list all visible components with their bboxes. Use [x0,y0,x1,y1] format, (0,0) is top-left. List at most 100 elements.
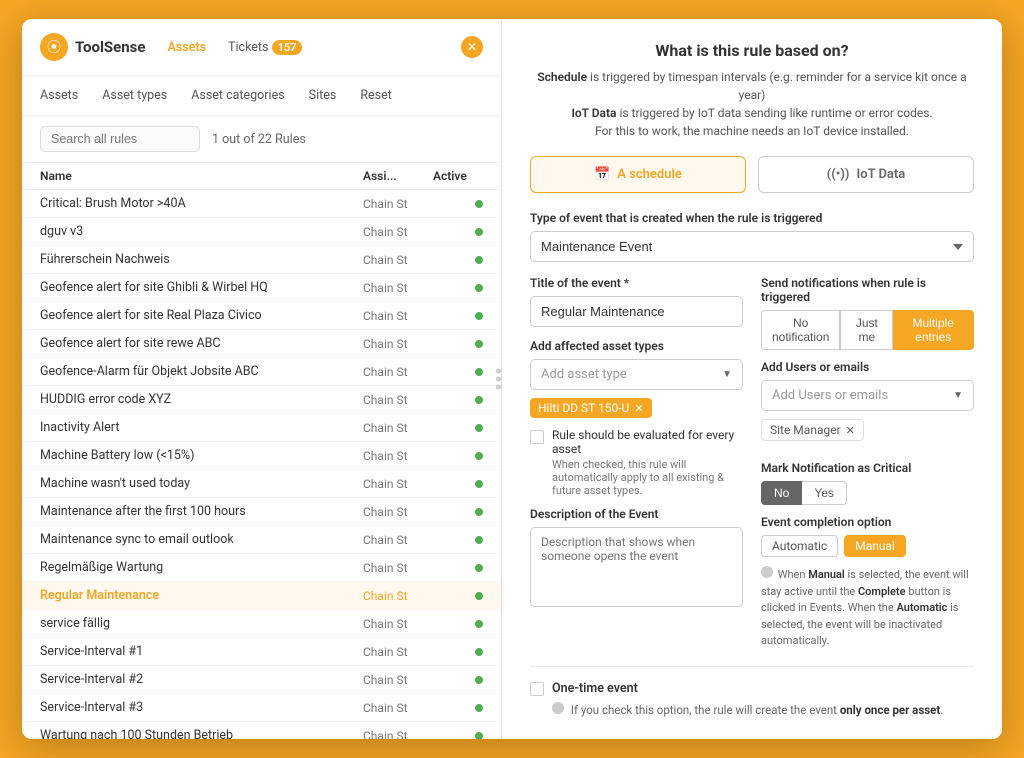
active-dot [475,620,483,628]
table-row[interactable]: dguv v3Chain St [22,218,501,246]
search-bar-row: 1 out of 22 Rules [22,116,501,163]
every-asset-checkbox[interactable] [530,430,544,444]
sub-nav-asset-categories[interactable]: Asset categories [191,86,284,105]
active-dot [475,508,483,516]
user-tag-remove[interactable]: ✕ [846,424,855,437]
notif-multiple-button[interactable]: Multiple entries [893,310,974,350]
active-dot [475,228,483,236]
rules-count: 1 out of 22 Rules [212,132,306,147]
two-col-section: Title of the event * Add affected asset … [530,276,974,650]
users-dropdown[interactable]: Add Users or emails ▼ [761,380,974,411]
comp-manual-button[interactable]: Manual [844,535,906,557]
sub-nav-reset[interactable]: Reset [360,86,392,105]
radio-icon [761,566,773,578]
dropdown-arrow-icon: ▼ [722,369,732,380]
notif-no-button[interactable]: No notification [761,310,840,350]
one-time-row: One-time event If you check this option,… [530,681,974,717]
dropdown-arrow-icon: ▼ [953,390,963,401]
active-dot [475,676,483,684]
col-assi-header: Assi... [363,169,433,183]
affected-assets-label: Add affected asset types [530,339,743,353]
table-row[interactable]: Maintenance sync to email outlookChain S… [22,526,501,554]
tickets-badge: 157 [272,40,303,55]
event-type-label: Type of event that is created when the r… [530,211,974,225]
table-row[interactable]: Service-Interval #1Chain St [22,638,501,666]
panel-description: Schedule is triggered by timespan interv… [530,68,974,140]
description-label: Description of the Event [530,507,743,521]
sub-nav-assets[interactable]: Assets [40,86,78,105]
asset-tag-remove[interactable]: ✕ [634,402,643,415]
one-time-subtext-icon [552,703,571,717]
table-row[interactable]: HUDDIG error code XYZChain St [22,386,501,414]
sub-nav-sites[interactable]: Sites [309,86,337,105]
asset-tags-row: Hilti DD ST 150-U ✕ [530,398,743,418]
active-dot [475,536,483,544]
active-dot [475,368,483,376]
iot-icon: ((•)) [827,167,850,182]
table-row[interactable]: Machine wasn't used todayChain St [22,470,501,498]
one-time-checkbox[interactable] [530,682,544,696]
right-column: Send notifications when rule is triggere… [761,276,974,650]
every-asset-checkbox-row: Rule should be evaluated for every asset… [530,428,743,497]
nav-tab-tickets[interactable]: Tickets 157 [228,38,302,57]
description-textarea[interactable] [530,527,743,607]
table-row[interactable]: Geofence alert for site rewe ABCChain St [22,330,501,358]
user-tag-row: Site Manager ✕ [761,419,974,451]
asset-types-dropdown[interactable]: Add asset type ▼ [530,359,743,390]
table-row[interactable]: Service-Interval #2Chain St [22,666,501,694]
header: ⦿ ToolSense Assets Tickets 157 ✕ [22,19,501,76]
close-button[interactable]: ✕ [461,36,483,58]
table-row[interactable]: Geofence-Alarm für Objekt Jobsite ABCCha… [22,358,501,386]
left-panel: ⦿ ToolSense Assets Tickets 157 ✕ Assets … [22,19,502,739]
toggle-no-button[interactable]: No [761,481,802,505]
table-row[interactable]: Inactivity AlertChain St [22,414,501,442]
table-row[interactable]: Maintenance after the first 100 hoursCha… [22,498,501,526]
notification-buttons: No notification Just me Multiple entries [761,310,974,350]
sub-nav-asset-types[interactable]: Asset types [102,86,167,105]
logo-icon: ⦿ [40,33,68,61]
search-input[interactable] [40,126,200,152]
right-panel: What is this rule based on? Schedule is … [502,19,1002,739]
panel-title: What is this rule based on? [530,41,974,60]
active-dot [475,564,483,572]
user-tag: Site Manager ✕ [761,419,864,441]
mark-critical-toggle: No Yes [761,481,974,505]
comp-automatic-button[interactable]: Automatic [761,535,838,557]
table-row[interactable]: Führerschein NachweisChain St [22,246,501,274]
table-row[interactable]: service fälligChain St [22,610,501,638]
table-row[interactable]: Wartung nach 100 Stunden BetriebChain St [22,722,501,739]
active-dot [475,648,483,656]
event-type-dropdown[interactable]: Maintenance Event [530,231,974,262]
table-row[interactable]: Geofence alert for site Ghibli & Wirbel … [22,274,501,302]
table-row[interactable]: Geofence alert for site Real Plaza Civic… [22,302,501,330]
trigger-iot-button[interactable]: ((•)) IoT Data [758,156,974,193]
trigger-schedule-button[interactable]: 📅 A schedule [530,156,746,193]
panel-divider [496,369,501,390]
table-row[interactable]: Critical: Brush Motor >40AChain St [22,190,501,218]
active-dot [475,200,483,208]
calendar-icon: 📅 [594,167,610,182]
table-row[interactable]: Machine Battery low (<15%)Chain St [22,442,501,470]
table-header: Name Assi... Active [22,163,501,190]
active-dot [475,396,483,404]
left-column: Title of the event * Add affected asset … [530,276,743,650]
completion-description: When Manual is selected, the event will … [761,563,974,650]
logo-area: ⦿ ToolSense [40,33,145,61]
event-title-input[interactable] [530,296,743,327]
users-label: Add Users or emails [761,360,974,374]
table-row-selected[interactable]: Regular MaintenanceChain St [22,582,501,610]
active-dot [475,424,483,432]
trigger-buttons: 📅 A schedule ((•)) IoT Data [530,156,974,193]
toggle-yes-button[interactable]: Yes [802,481,847,505]
event-title-label: Title of the event * [530,276,743,290]
active-dot [475,704,483,712]
table-row[interactable]: Service-Interval #3Chain St [22,694,501,722]
nav-tab-assets[interactable]: Assets [167,38,206,57]
table-row[interactable]: Regelmäßige WartungChain St [22,554,501,582]
completion-label: Event completion option [761,515,974,529]
active-dot [475,592,483,600]
active-dot [475,732,483,740]
bottom-section: One-time event If you check this option,… [530,666,974,725]
notif-just-me-button[interactable]: Just me [840,310,893,350]
completion-option-row: Automatic Manual [761,535,974,557]
